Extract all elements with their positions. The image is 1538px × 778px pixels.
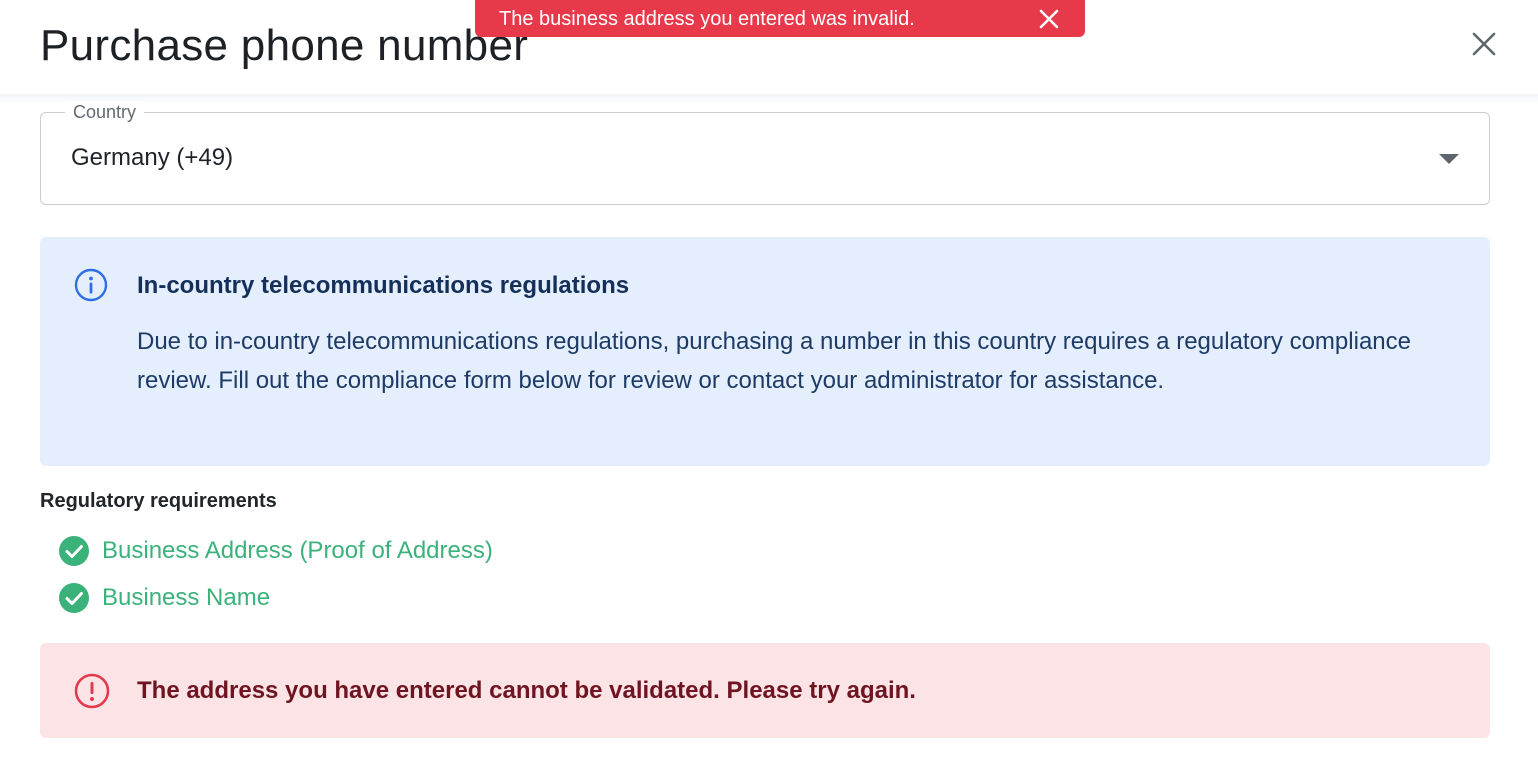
toast-close-button[interactable] <box>1035 5 1063 33</box>
info-body: Due to in-country telecommunications reg… <box>137 328 1411 394</box>
close-icon <box>1472 32 1496 56</box>
dialog-title: Purchase phone number <box>40 21 529 70</box>
alert-circle-icon <box>74 673 110 709</box>
error-toast: The business address you entered was inv… <box>475 0 1085 37</box>
requirement-label: Business Name <box>102 584 271 611</box>
country-value: Germany (+49) <box>71 144 234 171</box>
regulatory-requirements-label: Regulatory requirements <box>40 490 277 512</box>
toast-message: The business address you entered was inv… <box>499 8 915 30</box>
regulations-info-panel: In-country telecommunications regulation… <box>40 237 1490 466</box>
requirement-item[interactable]: Business Address (Proof of Address) <box>58 535 493 567</box>
purchase-phone-number-dialog: Purchase phone number Country Germany (+… <box>0 0 1538 778</box>
address-error-banner: The address you have entered cannot be v… <box>40 643 1490 738</box>
info-icon <box>74 268 108 302</box>
requirement-label: Business Address (Proof of Address) <box>102 537 493 564</box>
header-divider <box>0 94 1538 104</box>
requirement-item[interactable]: Business Name <box>58 582 270 614</box>
country-select[interactable]: Country Germany (+49) <box>40 101 1490 205</box>
chevron-down-icon <box>1439 154 1459 164</box>
check-circle-icon <box>59 583 89 613</box>
error-message: The address you have entered cannot be v… <box>137 677 916 704</box>
country-label: Country <box>65 101 145 123</box>
close-button[interactable] <box>1464 24 1504 64</box>
close-icon <box>1039 9 1059 28</box>
info-title: In-country telecommunications regulation… <box>137 272 630 299</box>
check-circle-icon <box>59 536 89 566</box>
